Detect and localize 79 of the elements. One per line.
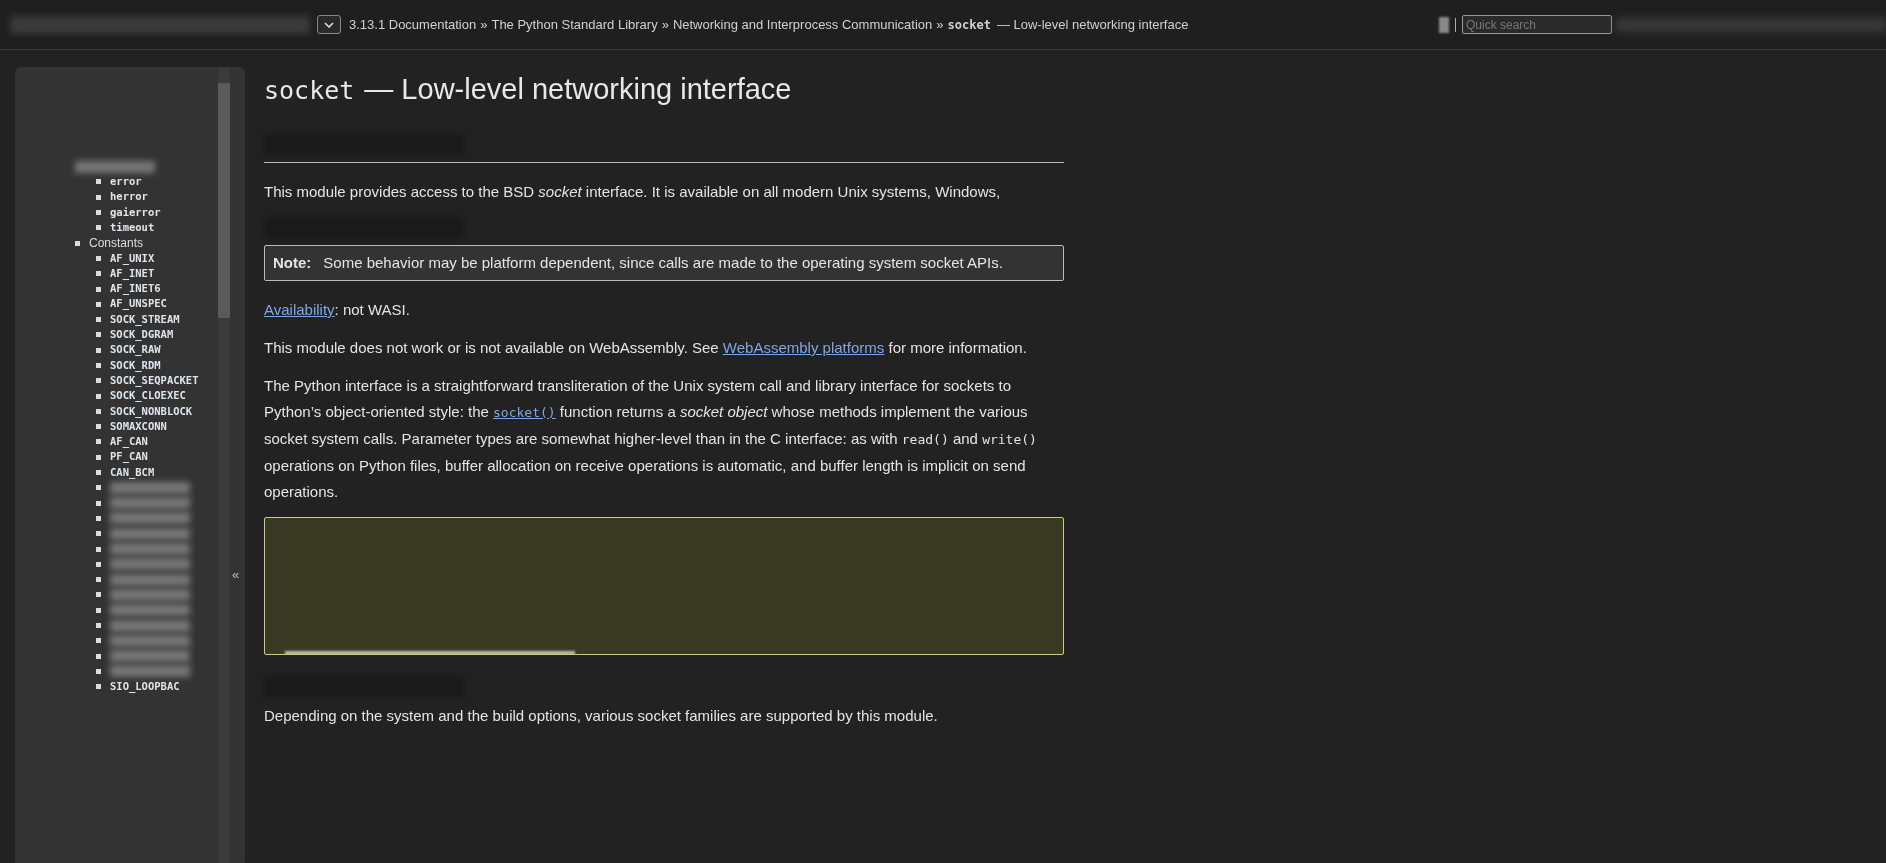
toc-link[interactable]: SOCK_CLOEXEC xyxy=(110,388,186,404)
bullet-icon xyxy=(96,684,101,690)
bullet-icon xyxy=(96,500,101,506)
paragraph: This module does not work or is not available on WebAssembly. See WebAssembly platforms for more information. xyxy=(264,338,1028,358)
toc-link[interactable]: SOCK_NONBLOCK xyxy=(110,403,193,420)
breadcrumb-separator: » xyxy=(936,15,944,34)
link[interactable]: Availability xyxy=(264,301,335,318)
note-label: Note: xyxy=(273,252,312,273)
bullet-icon xyxy=(96,454,101,460)
paragraph: Depending on the system and the build options, various socket families are supported by this module. xyxy=(264,706,939,726)
toc-link[interactable]: PF_CAN xyxy=(110,449,148,466)
bullet-icon xyxy=(96,408,101,414)
paragraph: The Python interface is a straightforward transliteration of the Unix system call and library interface for sockets to Python’s object-oriented style: the socket() function returns a socket object whose methods implement the various socket system calls. Parameter types are somewhat higher-level than in the C interface: as with read() and write() operations on Python files, buffer allocation on receive operations is automatic, and buffer length is implicit on send operations. xyxy=(264,376,1038,502)
bullet-icon xyxy=(96,531,101,537)
breadcrumb-link[interactable]: Networking and Interprocess Communication xyxy=(672,14,933,35)
collapse-button[interactable]: « xyxy=(232,565,240,585)
bullet-icon xyxy=(96,301,101,307)
version-select[interactable] xyxy=(317,15,341,34)
toc-link[interactable]: AF_CAN xyxy=(110,434,148,450)
bullet-icon xyxy=(96,255,101,261)
bullet-icon xyxy=(75,240,80,246)
bullet-icon xyxy=(96,439,101,445)
scrollbar[interactable] xyxy=(218,67,230,863)
link[interactable]: WebAssembly platforms xyxy=(722,339,885,356)
bullet-icon xyxy=(96,424,101,430)
scrollbar-thumb[interactable] xyxy=(218,83,230,318)
bullet-icon xyxy=(96,546,101,552)
paragraph: This module provides access to the BSD socket interface. It is available on all modern Unix systems, Windows, xyxy=(264,181,1002,202)
toc-link[interactable]: CAN_BCM xyxy=(110,464,155,481)
bullet-icon xyxy=(96,363,101,368)
bullet-icon xyxy=(96,638,101,644)
paragraph: Availability: not WASI. xyxy=(264,300,411,320)
bullet-icon xyxy=(96,668,101,674)
bullet-icon xyxy=(96,378,101,384)
bullet-icon xyxy=(96,347,101,353)
toc-link[interactable]: Constants xyxy=(89,234,144,253)
breadcrumb-current: socket — Low-level networking interface xyxy=(947,15,1189,34)
bullet-icon xyxy=(96,393,101,399)
toc-link[interactable]: gaierror xyxy=(110,204,161,221)
page-title: socket — Low-level networking interface xyxy=(264,72,793,107)
search-field[interactable]: Quick search xyxy=(1462,15,1612,34)
bullet-icon xyxy=(96,577,101,583)
breadcrumb-separator: » xyxy=(661,15,669,34)
bullet-icon xyxy=(96,286,101,292)
breadcrumb-link[interactable]: 3.13.1 Documentation xyxy=(349,14,477,35)
bullet-icon xyxy=(96,194,101,200)
bullet-icon xyxy=(96,210,101,216)
breadcrumb-link[interactable]: The Python Standard Library xyxy=(491,14,658,35)
toc-link[interactable]: SOCK_STREAM xyxy=(110,311,180,328)
bullet-icon xyxy=(96,653,101,659)
bullet-icon xyxy=(96,485,101,491)
toc-link[interactable]: AF_UNIX xyxy=(110,250,155,267)
breadcrumb-separator: » xyxy=(480,15,488,34)
bullet-icon xyxy=(96,317,101,323)
bullet-icon xyxy=(96,561,101,567)
toc-link[interactable]: AF_INET6 xyxy=(110,281,161,297)
toc-link[interactable]: timeout xyxy=(110,219,155,236)
toc-link[interactable]: SOMAXCONN xyxy=(110,418,167,435)
toc-link[interactable]: SIO_LOOPBAC xyxy=(110,678,180,695)
bullet-icon xyxy=(96,592,101,598)
bullet-icon xyxy=(96,271,101,277)
bullet-icon xyxy=(96,623,101,629)
note-text: Some behavior may be platform dependent, since calls are made to the operating system socket APIs. xyxy=(323,252,1003,273)
bullet-icon xyxy=(96,225,101,231)
bullet-icon xyxy=(96,179,101,185)
toc-link[interactable]: SOCK_SEQPACKET xyxy=(110,372,199,389)
toc-link[interactable]: SOCK_RDM xyxy=(110,357,161,374)
toc-link[interactable]: error xyxy=(110,174,142,190)
bullet-icon xyxy=(96,470,101,476)
toc-link[interactable]: herror xyxy=(110,189,148,206)
chevron-icon xyxy=(324,21,334,28)
bullet-icon xyxy=(96,607,101,613)
toc-link[interactable]: AF_INET xyxy=(110,265,155,282)
bullet-icon xyxy=(96,515,101,521)
toc-link[interactable]: SOCK_RAW xyxy=(110,342,161,359)
bullet-icon xyxy=(96,332,101,338)
toc-link[interactable]: SOCK_DGRAM xyxy=(110,327,174,343)
toc-link[interactable]: AF_UNSPEC xyxy=(110,296,167,313)
code-link[interactable]: socket() xyxy=(493,405,556,420)
